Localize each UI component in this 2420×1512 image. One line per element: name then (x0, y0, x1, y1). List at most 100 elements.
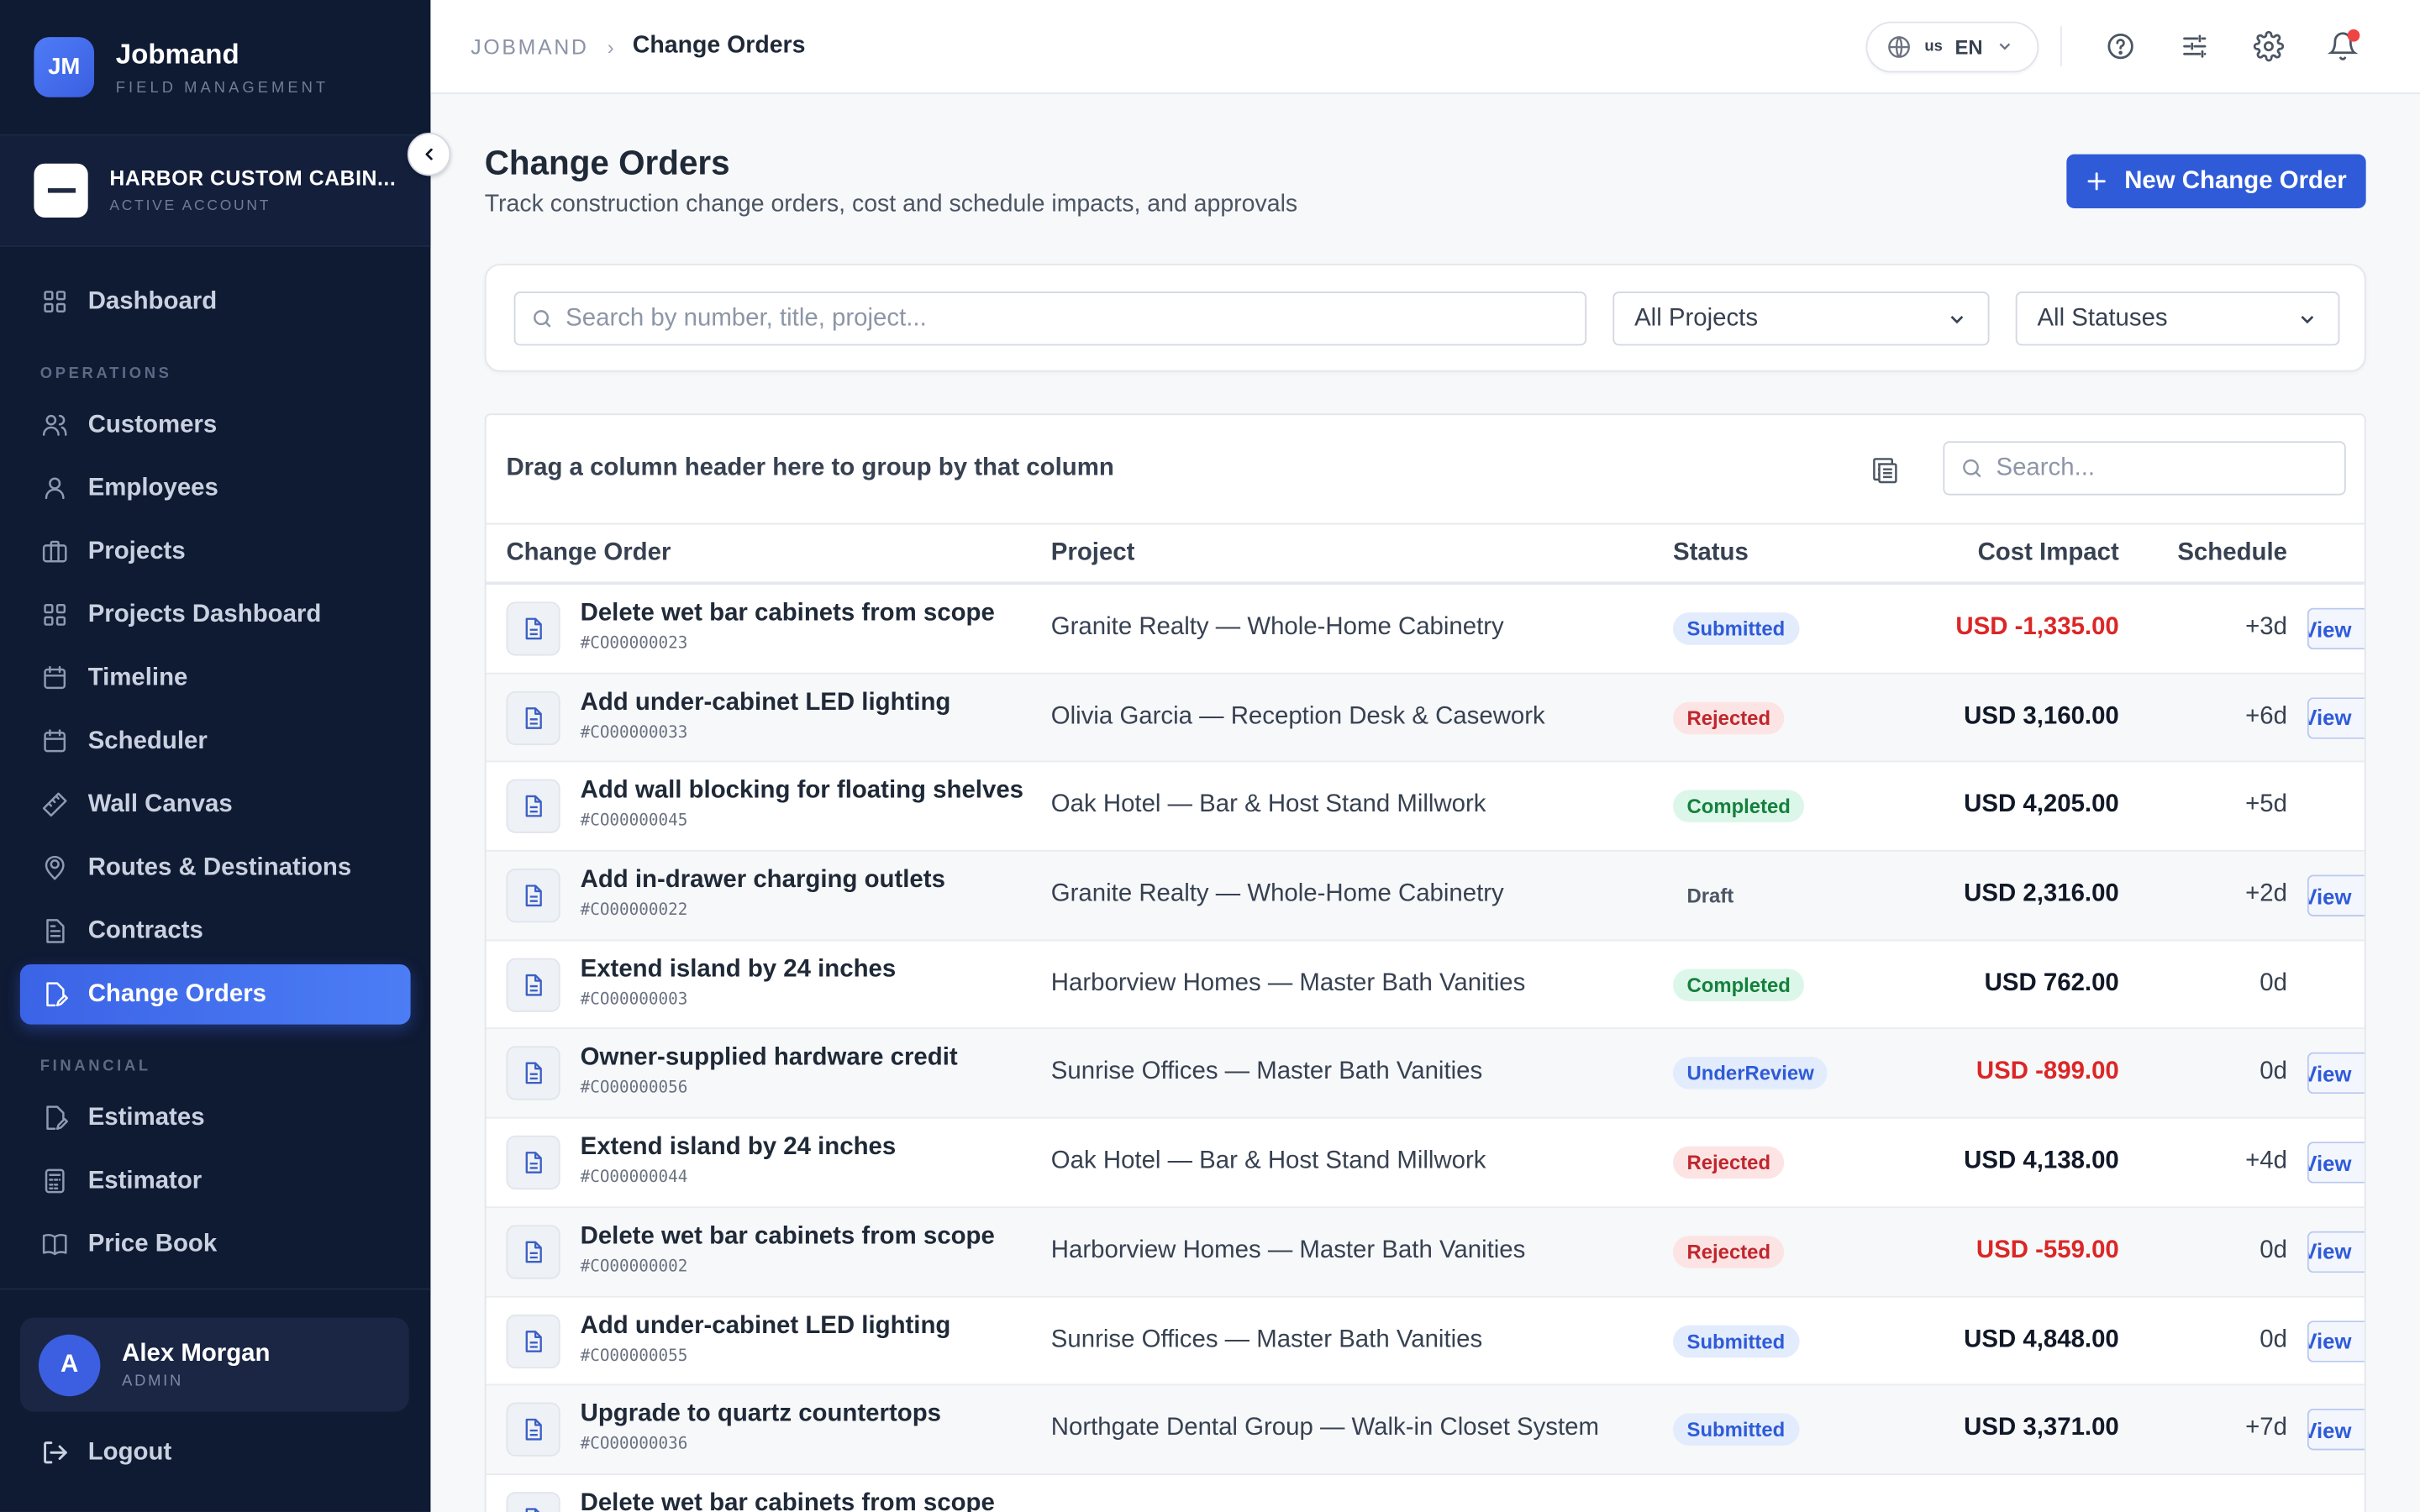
breadcrumb-current: Change Orders (632, 32, 806, 59)
view-button[interactable]: View (2307, 1231, 2365, 1273)
view-button[interactable]: View (2307, 1320, 2365, 1362)
change-order-title[interactable]: Upgrade to quartz countertops (581, 1401, 941, 1429)
language-select[interactable]: us EN (1865, 20, 2039, 72)
grid-search-field[interactable] (1943, 441, 2346, 496)
user-card[interactable]: A Alex Morgan ADMIN (19, 1317, 409, 1412)
change-order-title[interactable]: Add wall blocking for floating shelves (581, 778, 1023, 806)
sidebar-item-label: Contracts (87, 916, 203, 944)
help-button[interactable] (2084, 15, 2158, 76)
filters-button[interactable] (2158, 15, 2232, 76)
sidebar-item-label: Wall Canvas (87, 790, 233, 817)
search-input[interactable] (566, 304, 1570, 333)
change-order-title[interactable]: Delete wet bar cabinets from scope (581, 600, 995, 627)
column-header-cost-impact[interactable]: Cost Impact (1978, 539, 2119, 567)
sliders-icon (2183, 34, 2207, 58)
search-field[interactable] (513, 291, 1587, 346)
table-row[interactable]: Delete wet bar cabinets from scope (487, 1475, 2365, 1512)
account-switcher[interactable]: HARBOR CUSTOM CABIN... ACTIVE ACCOUNT (0, 135, 431, 247)
change-order-title[interactable]: Add under-cabinet LED lighting (581, 689, 951, 717)
schedule-impact: +6d (2245, 702, 2287, 730)
table-row[interactable]: Add in-drawer charging outlets #CO0000002… (486, 851, 2365, 941)
project-name: Sunrise Offices — Master Bath Vanities (1050, 1326, 1483, 1352)
grid-icon (44, 604, 66, 626)
change-order-title[interactable]: Owner-supplied hardware credit (581, 1045, 958, 1073)
status-badge: Submitted (1672, 612, 1799, 645)
sidebar-item-estimator[interactable]: Estimator (20, 1151, 411, 1211)
project-name: Harborview Homes — Master Bath Vanities (1050, 969, 1526, 997)
sidebar-item-projects-dashboard[interactable]: Projects Dashboard (20, 585, 411, 645)
column-header-change-order[interactable]: Change Order (506, 539, 671, 567)
grid-search-input[interactable] (1996, 454, 2329, 482)
status-badge: Completed (1672, 968, 1805, 1001)
sidebar-item-projects[interactable]: Projects (20, 522, 411, 582)
new-change-order-label: New Change Order (2124, 167, 2347, 194)
view-button-label: View (2307, 705, 2352, 731)
sidebar-collapse-button[interactable] (407, 132, 451, 176)
view-button[interactable]: View (2307, 607, 2365, 650)
breadcrumb-root[interactable]: JOBMAND (471, 34, 589, 58)
view-button[interactable]: View (2307, 696, 2365, 739)
notification-dot (2347, 29, 2360, 42)
change-order-title[interactable]: Add under-cabinet LED lighting (581, 1312, 951, 1340)
sidebar-item-dashboard[interactable]: Dashboard (20, 271, 411, 332)
view-button[interactable]: View (2307, 1053, 2365, 1095)
language-code: EN (1954, 34, 1983, 58)
sidebar-item-wall-canvas[interactable]: Wall Canvas (20, 774, 411, 835)
column-chooser-button[interactable] (1866, 452, 1903, 489)
change-order-title[interactable]: Delete wet bar cabinets from scope (581, 1490, 995, 1512)
change-order-title[interactable]: Extend island by 24 inches (581, 1134, 897, 1162)
notifications-button[interactable] (2306, 15, 2380, 76)
change-order-title[interactable]: Add in-drawer charging outlets (581, 867, 945, 895)
table-row[interactable]: Owner-supplied hardware credit #CO0000005… (486, 1029, 2365, 1119)
sidebar-item-estimates[interactable]: Estimates (20, 1088, 411, 1148)
sidebar-item-employees[interactable]: Employees (20, 458, 411, 518)
cost-impact: USD 3,160.00 (1964, 702, 2119, 730)
view-button[interactable]: View (2307, 1142, 2365, 1184)
table-row[interactable]: Extend island by 24 inches #CO00000044 Oak… (486, 1119, 2365, 1208)
column-header-schedule[interactable]: Schedule (2177, 539, 2287, 567)
sidebar-item-label: Customers (87, 411, 218, 438)
cost-impact: USD 4,848.00 (1964, 1326, 2119, 1352)
column-header-project[interactable]: Project (1051, 539, 1135, 567)
table-row[interactable]: Add under-cabinet LED lighting #CO0000005… (486, 1297, 2365, 1386)
group-panel[interactable]: Drag a column header here to group by th… (486, 415, 2365, 525)
view-button[interactable]: View (2307, 1409, 2365, 1451)
user-icon (45, 477, 65, 500)
column-header-status[interactable]: Status (1673, 539, 1749, 567)
document-edit-icon (46, 982, 68, 1007)
sidebar-item-label: Scheduler (87, 727, 208, 754)
table-row[interactable]: Add under-cabinet LED lighting #CO0000003… (486, 674, 2365, 764)
chevron-down-icon (1999, 43, 2010, 50)
sidebar-item-timeline[interactable]: Timeline (20, 648, 411, 708)
document-icon (525, 1330, 542, 1352)
change-order-title[interactable]: Delete wet bar cabinets from scope (581, 1223, 995, 1251)
table-row[interactable]: Upgrade to quartz countertops #CO00000036… (486, 1385, 2365, 1475)
table-row[interactable]: Delete wet bar cabinets from scope #CO000… (486, 585, 2365, 675)
sidebar-item-price-book[interactable]: Price Book (20, 1214, 411, 1274)
new-change-order-button[interactable]: New Change Order (2066, 154, 2366, 208)
sidebar-item-scheduler[interactable]: Scheduler (20, 711, 411, 772)
cost-impact: USD -899.00 (1975, 1058, 2119, 1086)
sidebar-item-routes-destinations[interactable]: Routes & Destinations (20, 837, 411, 898)
settings-button[interactable] (2232, 15, 2306, 76)
change-order-doc (506, 780, 560, 834)
sidebar-item-contracts[interactable]: Contracts (20, 901, 411, 962)
change-order-number: #CO00000044 (580, 1168, 688, 1187)
status-select[interactable]: All Statuses (2015, 291, 2340, 346)
table-row[interactable]: Delete wet bar cabinets from scope #CO000… (486, 1207, 2365, 1297)
change-order-doc (506, 1136, 560, 1190)
sidebar-item-label: Estimator (87, 1167, 203, 1194)
table-row[interactable]: Add wall blocking for floating shelves #C… (486, 763, 2365, 852)
avatar: A (38, 1333, 101, 1396)
topbar-separator (2060, 26, 2062, 66)
cost-impact: USD -559.00 (1975, 1236, 2119, 1263)
plus-icon (2088, 172, 2107, 191)
project-select[interactable]: All Projects (1612, 291, 1990, 346)
document-icon (525, 1152, 542, 1174)
view-button[interactable]: View (2307, 874, 2365, 917)
change-order-title[interactable]: Extend island by 24 inches (581, 956, 897, 984)
logout-button[interactable]: Logout (40, 1438, 171, 1467)
sidebar-item-change-orders[interactable]: Change Orders (19, 963, 411, 1025)
sidebar-item-customers[interactable]: Customers (20, 395, 411, 455)
table-row[interactable]: Extend island by 24 inches #CO00000003 Har… (486, 941, 2365, 1030)
